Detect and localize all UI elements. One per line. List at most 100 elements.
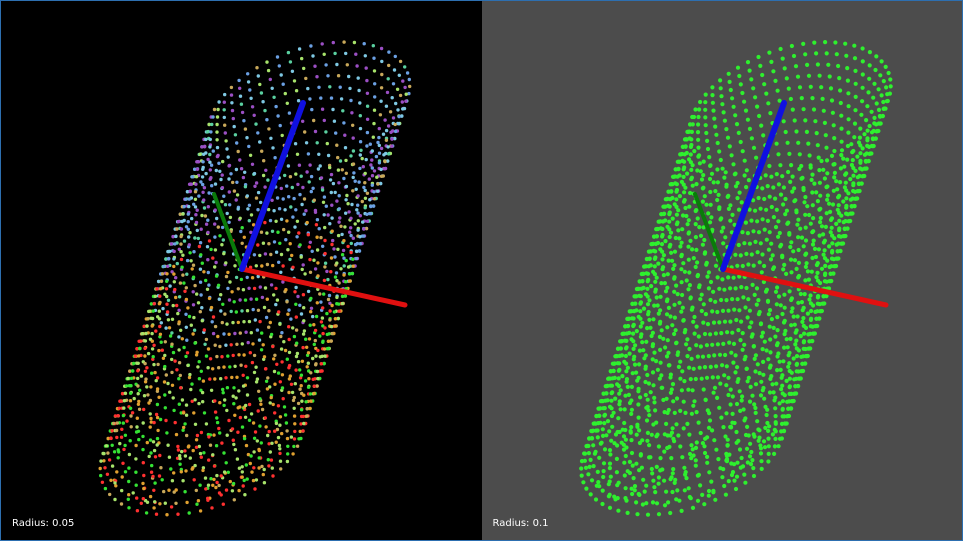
point <box>193 463 197 468</box>
point <box>164 373 168 377</box>
point <box>666 219 671 224</box>
point <box>693 343 698 348</box>
point <box>713 263 718 268</box>
point <box>857 160 862 165</box>
point <box>183 422 187 426</box>
point <box>191 263 196 267</box>
point <box>708 202 713 207</box>
point <box>370 149 374 153</box>
point <box>361 234 366 238</box>
point <box>843 196 848 201</box>
point <box>224 461 228 465</box>
point <box>883 64 888 69</box>
point <box>299 255 303 259</box>
point <box>727 218 732 223</box>
point <box>856 181 861 187</box>
point <box>777 163 782 168</box>
point <box>724 364 729 369</box>
point <box>790 249 795 254</box>
point <box>704 454 709 459</box>
point <box>323 354 327 358</box>
point <box>722 235 727 240</box>
point <box>758 123 763 128</box>
point <box>810 331 815 336</box>
point <box>581 451 586 456</box>
point <box>734 401 739 407</box>
point <box>706 411 711 416</box>
point <box>769 317 774 322</box>
point <box>295 235 299 239</box>
point <box>230 108 235 113</box>
point <box>748 77 753 82</box>
point <box>167 455 172 459</box>
point <box>206 218 210 222</box>
point <box>233 413 237 417</box>
viewport-right[interactable]: Radius: 0.1 <box>481 1 963 540</box>
point <box>642 489 647 494</box>
point <box>153 294 158 298</box>
point <box>715 180 720 185</box>
point <box>673 197 678 202</box>
point <box>387 50 391 54</box>
point <box>269 395 273 400</box>
point <box>260 464 264 469</box>
point <box>200 306 204 310</box>
point <box>716 149 721 154</box>
point <box>305 170 309 174</box>
point <box>666 305 671 310</box>
point <box>624 331 629 336</box>
point <box>170 383 175 387</box>
point <box>174 488 178 492</box>
point <box>245 136 249 140</box>
viewport-left[interactable]: Radius: 0.05 <box>1 1 482 540</box>
point <box>215 480 219 485</box>
point <box>207 458 211 462</box>
point <box>371 135 375 139</box>
point-cloud-canvas-right[interactable] <box>482 1 963 540</box>
point <box>617 399 622 404</box>
point <box>127 466 131 470</box>
point <box>239 277 244 282</box>
point <box>776 182 781 187</box>
point <box>388 110 393 114</box>
point <box>234 198 238 202</box>
point <box>817 302 822 307</box>
point <box>721 483 726 489</box>
point <box>681 167 686 172</box>
point <box>786 350 792 355</box>
point <box>801 305 806 310</box>
point-cloud-canvas-left[interactable] <box>1 1 482 540</box>
point <box>775 219 780 224</box>
point <box>716 405 721 410</box>
point <box>837 180 842 185</box>
point <box>356 211 360 215</box>
point <box>364 157 368 162</box>
point <box>316 348 320 353</box>
point <box>867 151 872 156</box>
point <box>259 91 264 95</box>
point <box>169 467 173 471</box>
point <box>697 161 702 166</box>
point <box>107 458 112 462</box>
point <box>333 51 337 56</box>
point <box>208 145 212 149</box>
point <box>808 221 813 226</box>
point <box>817 309 822 314</box>
point <box>286 50 291 55</box>
point <box>736 73 741 79</box>
point <box>119 435 124 439</box>
point <box>699 177 704 182</box>
point <box>287 111 292 115</box>
point <box>716 206 721 212</box>
point <box>723 127 728 132</box>
point <box>363 206 367 210</box>
point <box>838 166 843 171</box>
point <box>181 428 185 432</box>
point <box>185 338 189 342</box>
point <box>301 345 305 350</box>
point <box>805 311 810 316</box>
point <box>685 222 690 227</box>
point <box>623 353 628 359</box>
point <box>845 91 850 96</box>
point <box>823 145 829 150</box>
